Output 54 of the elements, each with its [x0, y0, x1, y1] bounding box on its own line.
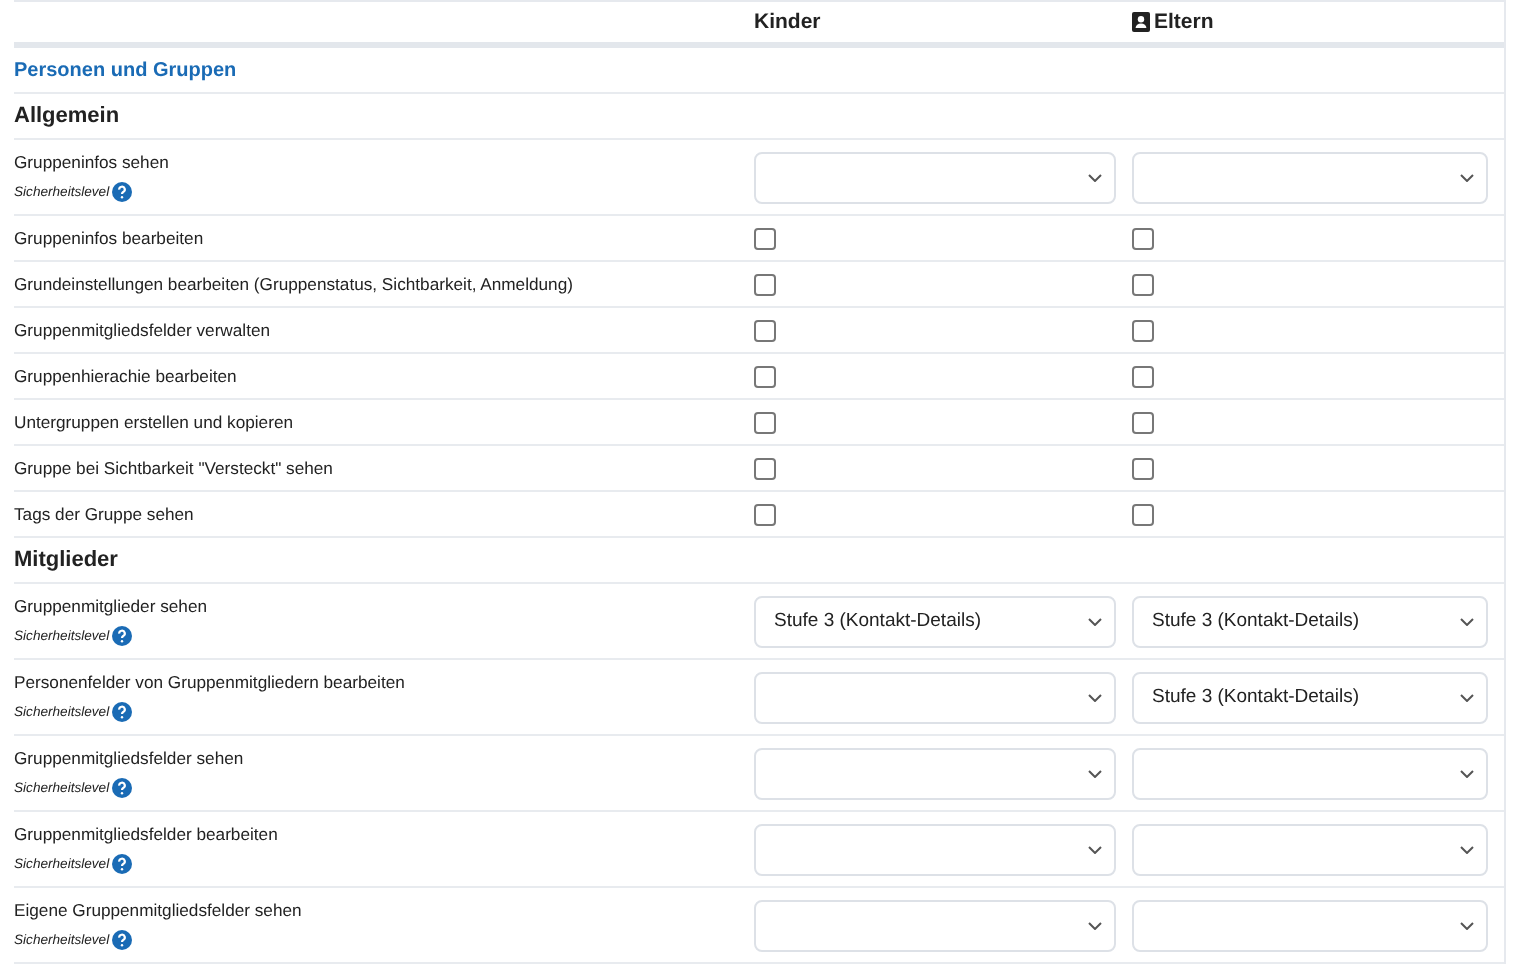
checkbox[interactable] [754, 457, 776, 479]
level-select[interactable]: Stufe 3 (Kontakt-Details) [1132, 595, 1488, 647]
permission-label: Gruppenhierachie bearbeiten [14, 366, 239, 386]
checkbox[interactable] [754, 411, 776, 433]
checkbox[interactable] [754, 365, 776, 387]
permission-label: Untergruppen erstellen und kopieren [14, 412, 296, 432]
chevron-down-icon [1088, 921, 1102, 929]
section-title: Mitglieder [14, 548, 120, 572]
level-select[interactable]: Stufe 3 (Kontakt-Details) [754, 595, 1116, 647]
permission-label: Eigene Gruppenmitgliedsfelder sehen [14, 900, 304, 920]
checkbox[interactable] [1132, 319, 1154, 341]
permission-label: Grundeinstellungen bearbeiten (Gruppenstatus, Sichtbarkeit, Anmeldung) [14, 274, 575, 294]
help-icon[interactable] [111, 182, 132, 202]
chevron-down-icon [1088, 769, 1102, 777]
chevron-down-icon [1460, 769, 1474, 777]
permission-label: Gruppenmitgliedsfelder verwalten [14, 320, 273, 340]
column-header: Kinder [754, 10, 821, 34]
contact-card-icon [1132, 12, 1150, 32]
checkbox[interactable] [1132, 457, 1154, 479]
permission-label: Personenfelder von Gruppenmitgliedern bearbeiten [14, 672, 407, 692]
chevron-down-icon [1460, 617, 1474, 625]
help-icon[interactable] [111, 778, 132, 798]
level-select[interactable]: Stufe 3 (Kontakt-Details) [1132, 671, 1488, 723]
category-title: Personen und Gruppen [14, 59, 239, 81]
permission-label: Gruppeninfos sehen [14, 152, 171, 172]
chevron-down-icon [1460, 173, 1474, 181]
checkbox[interactable] [754, 503, 776, 525]
permission-label: Gruppenmitglieder sehen [14, 596, 209, 616]
help-icon[interactable] [111, 626, 132, 646]
checkbox[interactable] [1132, 227, 1154, 249]
chevron-down-icon [1088, 693, 1102, 701]
chevron-down-icon [1460, 921, 1474, 929]
help-icon[interactable] [111, 930, 132, 950]
chevron-down-icon [1088, 617, 1102, 625]
help-icon[interactable] [111, 854, 132, 874]
checkbox[interactable] [1132, 411, 1154, 433]
checkbox[interactable] [1132, 365, 1154, 387]
permission-label: Gruppe bei Sichtbarkeit "Versteckt" sehen [14, 458, 335, 478]
permission-label: Gruppenmitgliedsfelder bearbeiten [14, 824, 280, 844]
chevron-down-icon [1088, 845, 1102, 853]
chevron-down-icon [1088, 173, 1102, 181]
column-header: Eltern [1154, 10, 1214, 34]
checkbox[interactable] [1132, 503, 1154, 525]
checkbox[interactable] [754, 273, 776, 295]
permission-label: Tags der Gruppe sehen [14, 504, 196, 524]
chevron-down-icon [1460, 845, 1474, 853]
permission-label: Gruppeninfos bearbeiten [14, 228, 206, 248]
checkbox[interactable] [754, 319, 776, 341]
checkbox[interactable] [754, 227, 776, 249]
chevron-down-icon [1460, 693, 1474, 701]
permission-label: Gruppenmitgliedsfelder sehen [14, 748, 246, 768]
checkbox[interactable] [1132, 273, 1154, 295]
help-icon[interactable] [111, 702, 132, 722]
section-title: Allgemein [14, 104, 122, 128]
